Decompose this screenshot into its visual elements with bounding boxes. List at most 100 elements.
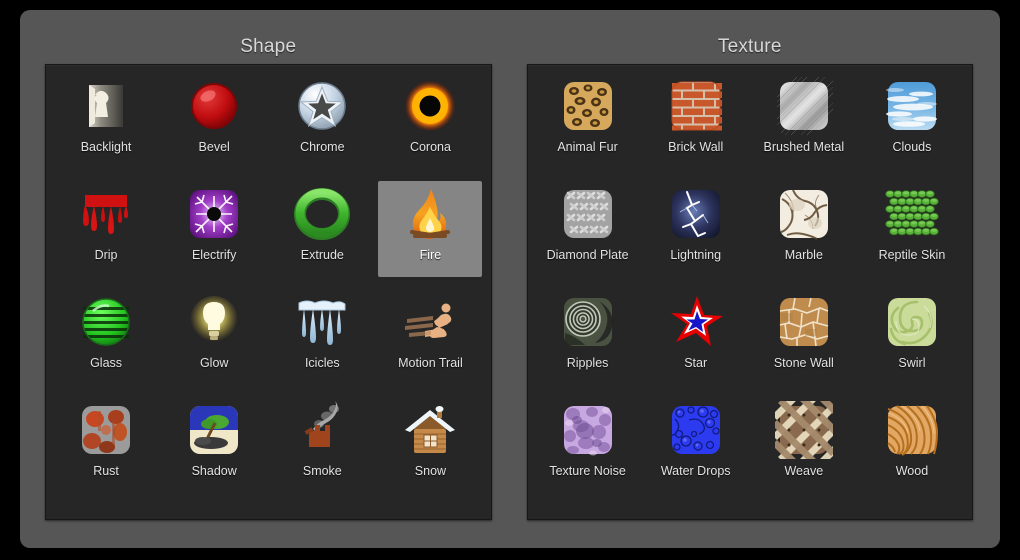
texture-grid-box[interactable]: Animal Fur Brick Wall Brushed Metal Clouds D… — [526, 64, 973, 520]
grid-item-label: Electrify — [191, 248, 237, 262]
brushed-metal-icon — [775, 77, 833, 135]
grid-item-label: Swirl — [898, 356, 926, 370]
panes-container: Shape Backlight Bevel Chrome Corona Drip Elec… — [20, 10, 1000, 548]
grid-item-label: Glow — [199, 356, 229, 370]
panel-title-shape: Shape — [240, 36, 297, 57]
grid-item-diamond-plate[interactable]: Diamond Plate — [536, 181, 640, 277]
grid-item-drip[interactable]: Drip — [54, 181, 158, 277]
grid-item-ripples[interactable]: Ripples — [536, 289, 640, 385]
bevel-icon — [185, 77, 243, 135]
smoke-icon — [293, 401, 351, 459]
grid-item-weave[interactable]: Weave — [752, 397, 856, 493]
grid-item-fire[interactable]: Fire — [378, 181, 483, 277]
grid-item-star[interactable]: Star — [644, 289, 748, 385]
grid-item-glow[interactable]: Glow — [162, 289, 266, 385]
grid-item-label: Extrude — [300, 248, 344, 262]
grid-item-swirl[interactable]: Swirl — [860, 289, 964, 385]
weave-icon — [774, 401, 833, 459]
texture-noise-icon — [559, 401, 617, 459]
panel-texture: Texture Animal Fur Brick Wall Brushed Meta… — [526, 32, 973, 520]
grid-item-label: Motion Trail — [398, 356, 463, 370]
brick-wall-icon — [667, 77, 725, 135]
grid-item-texture-noise[interactable]: Texture Noise — [536, 397, 640, 493]
grid-item-label: Glass — [90, 356, 123, 370]
grid-item-label: Marble — [784, 248, 823, 262]
grid-item-marble[interactable]: Marble — [752, 181, 856, 277]
grid-item-label: Stone Wall — [773, 356, 834, 370]
grid-item-rust[interactable]: Rust — [54, 397, 158, 493]
grid-item-icicles[interactable]: Icicles — [270, 289, 374, 385]
grid-item-corona[interactable]: Corona — [378, 73, 482, 169]
grid-item-animal-fur[interactable]: Animal Fur — [536, 73, 640, 169]
effects-browser-window: Shape Backlight Bevel Chrome Corona Drip Elec… — [20, 10, 1000, 548]
grid-item-shadow[interactable]: Shadow — [162, 397, 266, 493]
grid-item-snow[interactable]: Snow — [378, 397, 482, 493]
animal-fur-icon — [559, 77, 617, 135]
grid-item-clouds[interactable]: Clouds — [860, 73, 964, 169]
swirl-icon — [883, 293, 941, 351]
grid-item-brick-wall[interactable]: Brick Wall — [644, 73, 748, 169]
grid-item-label: Texture Noise — [549, 464, 626, 478]
grid-item-label: Backlight — [80, 140, 132, 154]
grid-item-brushed-metal[interactable]: Brushed Metal — [752, 73, 856, 169]
grid-item-label: Reptile Skin — [878, 248, 946, 262]
grid-item-label: Bevel — [198, 140, 230, 154]
shape-grid-box[interactable]: Backlight Bevel Chrome Corona Drip Electrify E… — [45, 64, 492, 520]
chrome-icon — [293, 77, 351, 135]
shape-grid: Backlight Bevel Chrome Corona Drip Electrify E… — [52, 73, 485, 505]
icicles-icon — [293, 293, 351, 351]
grid-item-chrome[interactable]: Chrome — [270, 73, 374, 169]
panel-title-texture: Texture — [717, 36, 782, 57]
star-icon — [667, 293, 725, 351]
grid-item-label: Animal Fur — [557, 140, 618, 154]
grid-item-label: Icicles — [304, 356, 340, 370]
marble-icon — [775, 185, 833, 243]
fire-icon — [401, 185, 459, 243]
snow-icon — [401, 401, 459, 459]
wood-icon — [883, 401, 941, 459]
grid-item-extrude[interactable]: Extrude — [270, 181, 374, 277]
extrude-icon — [293, 185, 351, 243]
shadow-icon — [185, 401, 243, 459]
grid-item-label: Lightning — [670, 248, 722, 262]
backlight-icon — [77, 77, 135, 135]
grid-item-bevel[interactable]: Bevel — [162, 73, 266, 169]
grid-item-motion-trail[interactable]: Motion Trail — [378, 289, 482, 385]
glow-icon — [185, 293, 243, 351]
water-drops-icon — [667, 401, 725, 459]
grid-item-label: Brick Wall — [668, 140, 724, 154]
grid-item-label: Rust — [93, 464, 119, 478]
grid-item-smoke[interactable]: Smoke — [270, 397, 374, 493]
grid-item-stone-wall[interactable]: Stone Wall — [752, 289, 856, 385]
grid-item-label: Chrome — [300, 140, 345, 154]
texture-grid: Animal Fur Brick Wall Brushed Metal Clouds D… — [534, 73, 967, 505]
clouds-icon — [883, 77, 941, 135]
grid-item-label: Weave — [784, 464, 824, 478]
grid-item-glass[interactable]: Glass — [54, 289, 158, 385]
grid-item-label: Diamond Plate — [546, 248, 629, 262]
grid-item-water-drops[interactable]: Water Drops — [644, 397, 748, 493]
glass-icon — [77, 293, 135, 351]
grid-item-reptile-skin[interactable]: Reptile Skin — [860, 181, 964, 277]
grid-item-label: Fire — [419, 248, 442, 262]
drip-icon — [77, 185, 135, 243]
grid-item-label: Drip — [94, 248, 118, 262]
ripples-icon — [559, 293, 617, 351]
motion-trail-icon — [401, 293, 459, 351]
grid-item-label: Shadow — [191, 464, 237, 478]
grid-item-wood[interactable]: Wood — [860, 397, 964, 493]
stone-wall-icon — [775, 293, 833, 351]
lightning-icon — [667, 185, 725, 243]
grid-item-lightning[interactable]: Lightning — [644, 181, 748, 277]
grid-item-label: Ripples — [566, 356, 609, 370]
grid-item-electrify[interactable]: Electrify — [162, 181, 266, 277]
grid-item-label: Clouds — [892, 140, 932, 154]
grid-item-label: Wood — [895, 464, 929, 478]
grid-item-label: Corona — [409, 140, 451, 154]
grid-item-backlight[interactable]: Backlight — [54, 73, 158, 169]
electrify-icon — [185, 185, 243, 243]
grid-item-label: Water Drops — [660, 464, 731, 478]
reptile-skin-icon — [883, 185, 941, 243]
grid-item-label: Brushed Metal — [763, 140, 845, 154]
panel-shape: Shape Backlight Bevel Chrome Corona Drip Elec… — [45, 32, 492, 520]
